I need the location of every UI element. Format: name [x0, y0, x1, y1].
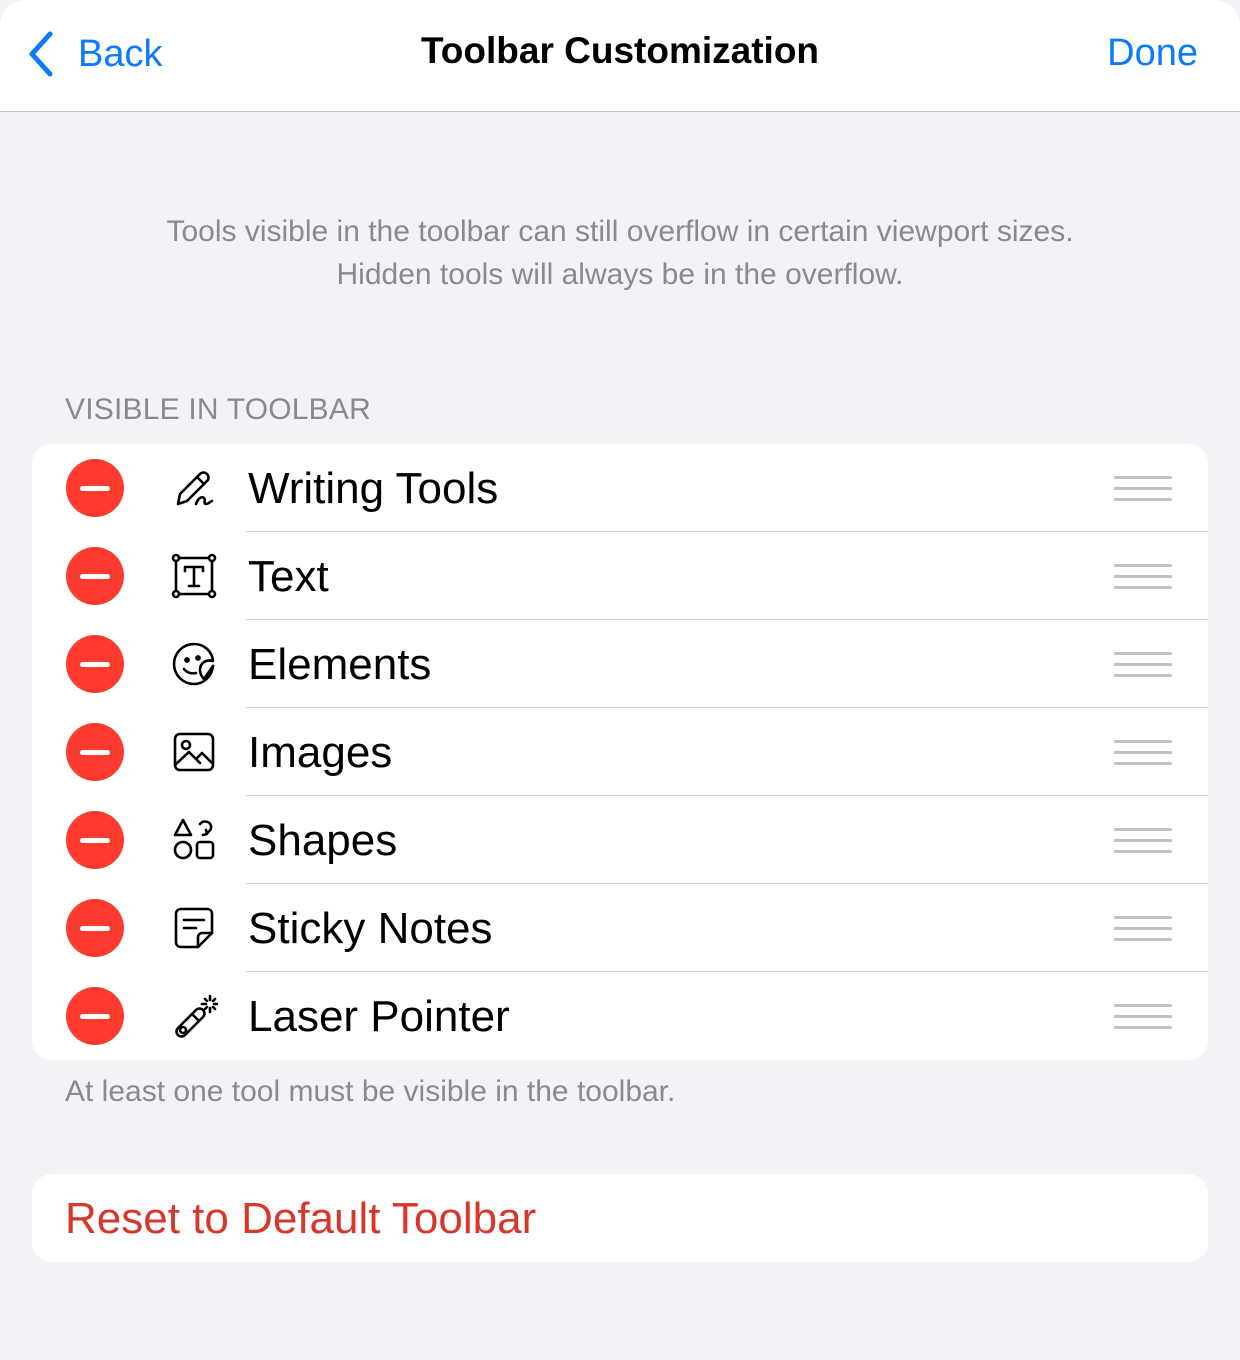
done-button[interactable]: Done [1107, 32, 1198, 75]
reset-label: Reset to Default Toolbar [65, 1194, 537, 1243]
tool-row-shapes: Shapes [32, 796, 1208, 884]
reset-toolbar-button[interactable]: Reset to Default Toolbar [32, 1174, 1208, 1262]
drag-handle[interactable] [1114, 562, 1174, 592]
sticker-icon [170, 640, 218, 688]
remove-button[interactable] [66, 899, 124, 957]
tool-label: Sticky Notes [248, 904, 493, 953]
drag-handle[interactable] [1114, 826, 1174, 856]
remove-button[interactable] [66, 811, 124, 869]
info-line-2: Hidden tools will always be in the overf… [336, 258, 904, 291]
tool-label: Shapes [248, 816, 398, 865]
text-box-icon [170, 552, 218, 600]
shapes-icon [170, 816, 218, 864]
tool-row-sticky-notes: Sticky Notes [32, 884, 1208, 972]
remove-button[interactable] [66, 987, 124, 1045]
drag-handle[interactable] [1114, 1002, 1174, 1032]
image-icon [170, 728, 218, 776]
drag-handle[interactable] [1114, 914, 1174, 944]
drag-handle[interactable] [1114, 474, 1174, 504]
visible-tools-list: Writing Tools Text Elements Images Shape… [32, 444, 1208, 1060]
page-title: Toolbar Customization [420, 30, 820, 71]
tool-label: Elements [248, 640, 432, 689]
tool-label: Writing Tools [248, 464, 499, 513]
remove-button[interactable] [66, 459, 124, 517]
footer-note: At least one tool must be visible in the… [65, 1075, 676, 1108]
tool-row-text: Text [32, 532, 1208, 620]
info-text: Tools visible in the toolbar can still o… [60, 210, 1180, 296]
navigation-bar: Back Toolbar Customization Done [0, 0, 1240, 112]
remove-button[interactable] [66, 547, 124, 605]
tool-row-elements: Elements [32, 620, 1208, 708]
remove-button[interactable] [66, 635, 124, 693]
tool-label: Text [248, 552, 329, 601]
tool-row-images: Images [32, 708, 1208, 796]
remove-button[interactable] [66, 723, 124, 781]
tool-label: Laser Pointer [248, 992, 510, 1041]
drag-handle[interactable] [1114, 650, 1174, 680]
tool-row-writing-tools: Writing Tools [32, 444, 1208, 532]
sticky-note-icon [170, 904, 218, 952]
tool-label: Images [248, 728, 393, 777]
laser-pointer-icon [170, 992, 220, 1040]
drag-handle[interactable] [1114, 738, 1174, 768]
pen-icon [170, 464, 218, 512]
info-line-1: Tools visible in the toolbar can still o… [166, 215, 1074, 248]
section-header: VISIBLE IN TOOLBAR [65, 393, 371, 426]
tool-row-laser-pointer: Laser Pointer [32, 972, 1208, 1060]
